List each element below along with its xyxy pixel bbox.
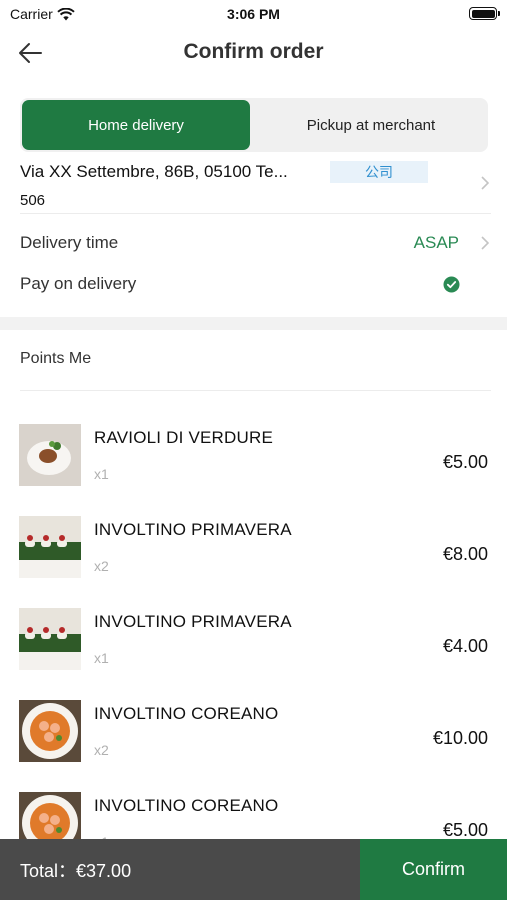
store-name: Points Me — [20, 350, 92, 367]
address-subline: 506 — [20, 192, 46, 209]
chevron-right-icon — [481, 236, 489, 250]
food-image-involtino-coreano — [19, 700, 81, 762]
item-quantity: x2 — [94, 742, 109, 758]
item-name: INVOLTINO COREANO — [94, 704, 279, 723]
order-footer: Total：€37.00 Confirm — [0, 839, 507, 900]
battery-icon — [469, 7, 500, 20]
confirm-button[interactable]: Confirm — [360, 839, 507, 900]
delivery-time-label: Delivery time — [20, 233, 119, 252]
chevron-right-icon — [481, 176, 489, 190]
tab-home-delivery[interactable]: Home delivery — [22, 100, 250, 150]
delivery-time-value: ASAP — [413, 233, 459, 252]
list-item[interactable]: INVOLTINO PRIMAVERA x1 €4.00 — [0, 588, 507, 680]
item-name: INVOLTINO COREANO — [94, 796, 279, 815]
item-name: INVOLTINO PRIMAVERA — [94, 612, 292, 631]
address-row[interactable]: Via XX Settembre, 86B, 05100 Te... 公司 50… — [20, 158, 491, 214]
delivery-mode-segmented-control: Home delivery Pickup at merchant — [20, 98, 488, 152]
order-total: Total：€37.00 — [0, 839, 360, 900]
delivery-time-row[interactable]: Delivery time ASAP — [20, 223, 491, 263]
item-quantity: x1 — [94, 650, 109, 666]
status-bar: Carrier 3:06 PM — [0, 0, 507, 28]
list-item[interactable]: INVOLTINO PRIMAVERA x2 €8.00 — [0, 496, 507, 588]
item-name: RAVIOLI DI VERDURE — [94, 428, 273, 447]
item-price: €4.00 — [442, 636, 488, 656]
item-price: €10.00 — [432, 728, 488, 748]
section-divider — [0, 317, 507, 330]
nav-bar: Confirm order — [0, 28, 507, 78]
list-item[interactable]: INVOLTINO COREANO x2 €10.00 — [0, 680, 507, 772]
food-image-involtino-primavera — [19, 516, 81, 578]
food-image-involtino-primavera — [19, 608, 81, 670]
status-time: 3:06 PM — [227, 6, 280, 22]
item-price: €5.00 — [442, 452, 488, 472]
page-title: Confirm order — [183, 40, 324, 63]
item-price: €8.00 — [442, 544, 488, 564]
address-tag-badge: 公司 — [330, 161, 428, 183]
payment-row[interactable]: Pay on delivery — [20, 264, 491, 304]
address-line: Via XX Settembre, 86B, 05100 Te... — [20, 162, 288, 181]
divider — [20, 390, 491, 391]
check-circle-icon — [443, 276, 460, 293]
item-price: €5.00 — [442, 820, 488, 840]
list-item[interactable]: RAVIOLI DI VERDURE x1 €5.00 — [0, 404, 507, 496]
item-quantity: x2 — [94, 558, 109, 574]
tab-pickup-at-merchant[interactable]: Pickup at merchant — [254, 98, 488, 152]
item-name: INVOLTINO PRIMAVERA — [94, 520, 292, 539]
food-image-ravioli — [19, 424, 81, 486]
item-quantity: x1 — [94, 466, 109, 482]
payment-label: Pay on delivery — [20, 274, 137, 293]
